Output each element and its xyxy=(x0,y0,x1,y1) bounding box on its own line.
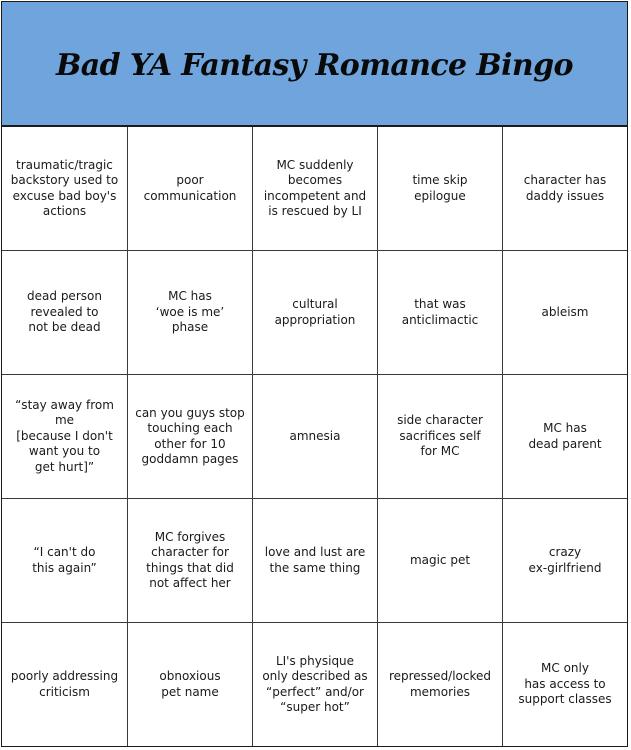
bingo-cell-text: MC has ‘woe is me’ phase xyxy=(155,289,225,335)
bingo-cell-text: cultural appropriation xyxy=(274,297,356,327)
bingo-cell: dead person revealed to not be dead xyxy=(2,251,128,375)
bingo-grid: traumatic/tragic backstory used to excus… xyxy=(2,127,627,746)
bingo-cell-text: character has daddy issues xyxy=(523,173,607,203)
bingo-cell-text: that was anticlimactic xyxy=(401,297,479,327)
bingo-cell: MC only has access to support classes xyxy=(503,623,627,746)
bingo-cell-text: obnoxious pet name xyxy=(159,669,221,699)
bingo-cell: MC has dead parent xyxy=(503,375,627,499)
bingo-cell-text: dead person revealed to not be dead xyxy=(27,289,102,335)
bingo-cell: MC suddenly becomes incompetent and is r… xyxy=(253,127,378,251)
bingo-cell-text: MC forgives character for things that di… xyxy=(146,529,234,591)
bingo-cell: time skip epilogue xyxy=(378,127,503,251)
bingo-cell: poor communication xyxy=(128,127,253,251)
bingo-cell-text: magic pet xyxy=(409,552,471,567)
bingo-cell-text: MC has dead parent xyxy=(528,421,602,451)
bingo-cell-text: side character sacrifices self for MC xyxy=(397,413,483,459)
bingo-cell: repressed/locked memories xyxy=(378,623,503,746)
bingo-cell: magic pet xyxy=(378,499,503,623)
bingo-cell-text: “I can't do this again” xyxy=(32,545,97,575)
bingo-cell: side character sacrifices self for MC xyxy=(378,375,503,499)
bingo-cell: can you guys stop touching each other fo… xyxy=(128,375,253,499)
bingo-cell-text: time skip epilogue xyxy=(412,173,468,203)
bingo-cell-text: traumatic/tragic backstory used to excus… xyxy=(10,157,119,219)
bingo-cell: crazy ex-girlfriend xyxy=(503,499,627,623)
bingo-cell-text: MC only has access to support classes xyxy=(518,661,612,707)
bingo-cell-text: repressed/locked memories xyxy=(388,669,492,699)
bingo-cell: LI's physique only described as “perfect… xyxy=(253,623,378,746)
bingo-cell-text: crazy ex-girlfriend xyxy=(528,545,602,575)
bingo-cell-text: ableism xyxy=(541,304,589,319)
bingo-cell: ableism xyxy=(503,251,627,375)
bingo-cell-text: poor communication xyxy=(143,173,237,203)
bingo-cell: “I can't do this again” xyxy=(2,499,128,623)
bingo-cell-text: love and lust are the same thing xyxy=(264,545,366,575)
bingo-cell: poorly addressing criticism xyxy=(2,623,128,746)
bingo-cell: MC has ‘woe is me’ phase xyxy=(128,251,253,375)
bingo-cell-text: MC suddenly becomes incompetent and is r… xyxy=(263,157,367,219)
page-title: Bad YA Fantasy Romance Bingo xyxy=(56,48,573,83)
bingo-cell-text: amnesia xyxy=(289,428,341,443)
bingo-cell: cultural appropriation xyxy=(253,251,378,375)
bingo-cell: amnesia xyxy=(253,375,378,499)
bingo-cell: obnoxious pet name xyxy=(128,623,253,746)
bingo-cell: traumatic/tragic backstory used to excus… xyxy=(2,127,128,251)
bingo-cell-text: can you guys stop touching each other fo… xyxy=(135,405,245,467)
bingo-cell: that was anticlimactic xyxy=(378,251,503,375)
bingo-card: Bad YA Fantasy Romance Bingo traumatic/t… xyxy=(1,1,628,747)
bingo-cell: love and lust are the same thing xyxy=(253,499,378,623)
bingo-cell-text: “stay away from me [because I don't want… xyxy=(15,397,114,474)
bingo-cell: “stay away from me [because I don't want… xyxy=(2,375,128,499)
bingo-cell-text: poorly addressing criticism xyxy=(10,669,119,699)
bingo-cell-text: LI's physique only described as “perfect… xyxy=(262,653,368,715)
bingo-cell: character has daddy issues xyxy=(503,127,627,251)
bingo-cell: MC forgives character for things that di… xyxy=(128,499,253,623)
title-banner: Bad YA Fantasy Romance Bingo xyxy=(2,2,627,127)
